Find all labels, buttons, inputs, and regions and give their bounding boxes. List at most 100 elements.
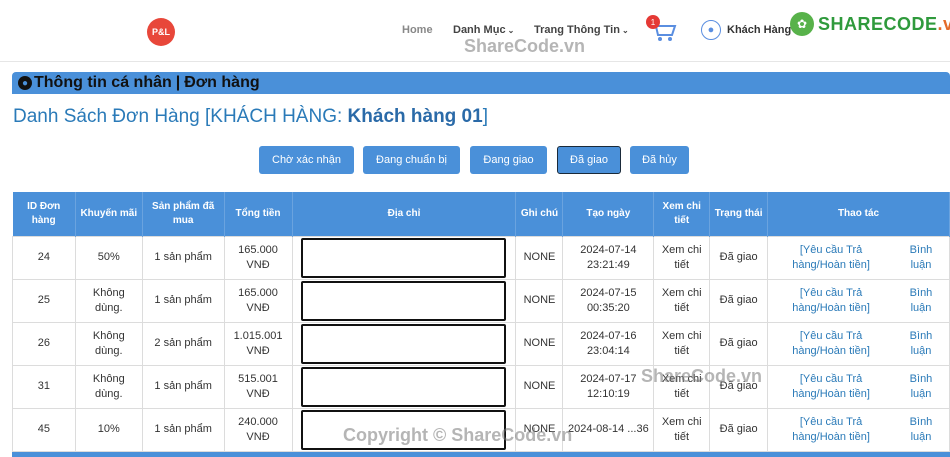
- brand-logo[interactable]: P&L: [147, 18, 175, 46]
- col-header-promo: Khuyến mãi: [75, 192, 143, 236]
- promo-cell: 10%: [74, 407, 143, 452]
- address-cell: [291, 321, 517, 366]
- return-refund-request-link[interactable]: [Yêu cầu Trả hàng/Hoàn tiền]: [786, 372, 876, 402]
- watermark-copyright: Copyright © ShareCode.vn: [343, 425, 573, 445]
- chevron-down-icon: ⌄: [507, 26, 515, 35]
- return-refund-request-link[interactable]: [Yêu cầu Trả hàng/Hoàn tiền]: [786, 243, 876, 273]
- products-cell: 1 sản phẩm: [141, 364, 225, 409]
- col-header-total: Tổng tiền: [224, 192, 293, 236]
- note-cell: NONE: [515, 321, 564, 366]
- order-status-filters: Chờ xác nhận Đang chuẩn bị Đang giao Đã …: [0, 146, 950, 174]
- view-detail-link[interactable]: Xem chi tiết: [653, 407, 711, 452]
- created-date-cell: 2024-07-16 23:04:14: [562, 321, 655, 366]
- promo-cell: 50%: [74, 235, 143, 280]
- nav-info-menu[interactable]: Trang Thông Tin ⌄: [534, 24, 629, 36]
- user-menu[interactable]: ● Khách Hàng: [701, 20, 791, 40]
- filter-cancelled-button[interactable]: Đã hủy: [630, 146, 689, 174]
- order-id-cell: 31: [12, 364, 76, 409]
- address-cell: [291, 278, 517, 323]
- total-cell: 1.015.001 VNĐ: [223, 321, 293, 366]
- view-detail-link[interactable]: Xem chi tiết: [653, 321, 711, 366]
- comment-link[interactable]: Bình luận: [907, 286, 935, 316]
- total-cell: 165.000 VNĐ: [223, 235, 293, 280]
- comment-link[interactable]: Bình luận: [907, 415, 935, 445]
- redacted-address-box: [301, 323, 507, 364]
- created-date-cell: 2024-07-15 00:35:20: [562, 278, 655, 323]
- products-cell: 1 sản phẩm: [141, 407, 225, 452]
- filter-delivered-button[interactable]: Đã giao: [557, 146, 621, 174]
- return-refund-request-link[interactable]: [Yêu cầu Trả hàng/Hoàn tiền]: [786, 329, 876, 359]
- table-row: 24 50% 1 sản phẩm 165.000 VNĐ NONE 2024-07-14…: [12, 235, 950, 280]
- watermark-text: ShareCode.vn: [464, 36, 586, 56]
- total-cell: 165.000 VNĐ: [223, 278, 293, 323]
- nav-category-label: Danh Mục: [453, 24, 506, 36]
- actions-cell: [Yêu cầu Trả hàng/Hoàn tiền] Bình luận: [767, 321, 950, 366]
- return-refund-request-link[interactable]: [Yêu cầu Trả hàng/Hoàn tiền]: [786, 286, 876, 316]
- cart-count-badge: 1: [646, 15, 660, 29]
- filter-pending-button[interactable]: Chờ xác nhận: [259, 146, 354, 174]
- customer-name: Khách hàng 01: [347, 106, 483, 127]
- section-header: ● Thông tin cá nhân | Đơn hàng: [12, 72, 950, 94]
- status-cell: Đã giao: [709, 235, 769, 280]
- order-id-cell: 24: [12, 235, 76, 280]
- view-detail-link[interactable]: Xem chi tiết: [653, 278, 711, 323]
- actions-cell: [Yêu cầu Trả hàng/Hoàn tiền] Bình luận: [767, 407, 950, 452]
- order-id-cell: 25: [12, 278, 76, 323]
- note-cell: NONE: [515, 278, 564, 323]
- nav-info-label: Trang Thông Tin: [534, 24, 620, 36]
- user-icon: ●: [701, 20, 721, 40]
- promo-cell: Không dùng.: [74, 364, 143, 409]
- order-id-cell: 26: [12, 321, 76, 366]
- comment-link[interactable]: Bình luận: [907, 372, 935, 402]
- note-cell: NONE: [515, 364, 564, 409]
- table-row: 25 Không dùng. 1 sản phẩm 165.000 VNĐ NONE 20…: [12, 278, 950, 323]
- redacted-address-box: [301, 237, 507, 278]
- page-title: Danh Sách Đơn Hàng [KHÁCH HÀNG: Khách hà…: [13, 106, 488, 127]
- promo-cell: Không dùng.: [74, 321, 143, 366]
- watermark-logo: ✿ SHARECODE.vn: [790, 12, 950, 36]
- filter-preparing-button[interactable]: Đang chuẩn bị: [363, 146, 460, 174]
- col-header-products: Sản phẩm đã mua: [142, 192, 225, 236]
- redacted-address-box: [301, 280, 507, 321]
- section-title-orders[interactable]: Đơn hàng: [184, 74, 259, 92]
- comment-link[interactable]: Bình luận: [907, 329, 935, 359]
- promo-cell: Không dùng.: [74, 278, 143, 323]
- status-cell: Đã giao: [709, 321, 769, 366]
- redacted-address-box: [301, 366, 507, 407]
- note-cell: NONE: [515, 235, 564, 280]
- created-date-cell: 2024-08-14 ...36: [562, 407, 655, 452]
- table-header-row: ID Đơn hàng Khuyến mãi Sản phẩm đã mua T…: [12, 192, 950, 236]
- user-name: Khách Hàng: [727, 24, 792, 36]
- table-row: 26 Không dùng. 2 sản phẩm 1.015.001 VNĐ NONE…: [12, 321, 950, 366]
- address-cell: [291, 235, 517, 280]
- view-detail-link[interactable]: Xem chi tiết: [653, 235, 711, 280]
- total-cell: 240.000 VNĐ: [223, 407, 293, 452]
- actions-cell: [Yêu cầu Trả hàng/Hoàn tiền] Bình luận: [767, 235, 950, 280]
- filter-shipping-button[interactable]: Đang giao: [470, 146, 547, 174]
- products-cell: 1 sản phẩm: [141, 235, 225, 280]
- status-cell: Đã giao: [709, 278, 769, 323]
- col-header-status: Trạng thái: [709, 192, 769, 236]
- nav-category-menu[interactable]: Danh Mục ⌄: [453, 24, 514, 36]
- total-cell: 515.001 VNĐ: [223, 364, 293, 409]
- actions-cell: [Yêu cầu Trả hàng/Hoàn tiền] Bình luận: [767, 364, 950, 409]
- section-title-profile[interactable]: Thông tin cá nhân: [34, 74, 172, 92]
- col-header-actions: Thao tác: [767, 192, 950, 236]
- products-cell: 1 sản phẩm: [141, 278, 225, 323]
- table-footer-strip: [12, 452, 950, 457]
- watermark-logo-text: SHARECODE.vn: [818, 13, 950, 34]
- products-cell: 2 sản phẩm: [141, 321, 225, 366]
- table-row: 31 Không dùng. 1 sản phẩm 515.001 VNĐ NONE 20…: [12, 364, 950, 409]
- col-header-id: ID Đơn hàng: [12, 192, 76, 236]
- sharecode-logo-icon: ✿: [790, 12, 814, 36]
- return-refund-request-link[interactable]: [Yêu cầu Trả hàng/Hoàn tiền]: [786, 415, 876, 445]
- actions-cell: [Yêu cầu Trả hàng/Hoàn tiền] Bình luận: [767, 278, 950, 323]
- orders-table: ID Đơn hàng Khuyến mãi Sản phẩm đã mua T…: [12, 192, 950, 452]
- comment-link[interactable]: Bình luận: [907, 243, 935, 273]
- watermark-text: ShareCode.vn: [641, 366, 763, 386]
- col-header-note: Ghi chú: [515, 192, 564, 236]
- address-cell: [291, 364, 517, 409]
- user-circle-icon: ●: [18, 76, 32, 90]
- chevron-down-icon: ⌄: [621, 26, 629, 35]
- nav-home-link[interactable]: Home: [402, 24, 433, 36]
